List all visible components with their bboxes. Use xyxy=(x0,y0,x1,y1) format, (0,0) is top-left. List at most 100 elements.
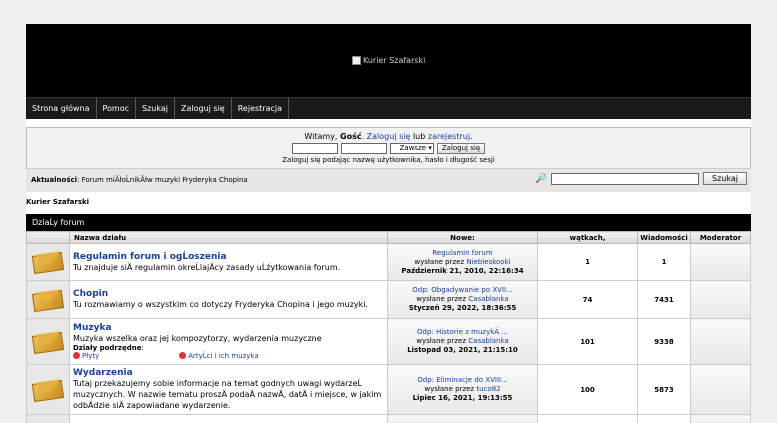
envelope-icon xyxy=(31,378,65,402)
forum-icon-cell xyxy=(26,243,70,281)
topic-count: 101 xyxy=(537,318,638,365)
envelope-icon xyxy=(31,288,65,312)
last-post-date: Styczeń 29, 2022, 18:36:55 xyxy=(408,304,517,312)
welcome-text: Witamy, Gość. Zaloguj się lub zarejestru… xyxy=(304,132,473,141)
last-post-by: wysłane przez xyxy=(416,337,467,345)
breadcrumb[interactable]: Kurier Szafarski xyxy=(26,198,89,206)
last-post xyxy=(387,414,538,423)
table-row: Regulamin forum i ogĹoszenia Tu znajduje… xyxy=(26,243,751,281)
topic-count: 1 xyxy=(537,243,638,281)
col-moderator: Moderator xyxy=(690,231,751,244)
forum-title[interactable]: Regulamin forum i ogĹoszenia xyxy=(73,252,227,262)
subforum-item[interactable]: Płyty xyxy=(73,352,99,360)
forum-icon-cell xyxy=(26,414,70,423)
site-logo[interactable]: Kurier Szafarski xyxy=(352,56,425,65)
guest-name: Gość xyxy=(340,132,362,141)
forum-description: Tu znajduje siÄ regulamin okreĹlajÄcy za… xyxy=(73,262,341,272)
forum-description: Tutaj przekazujemy sobie informacje na t… xyxy=(73,379,382,410)
col-topics: wątkach, xyxy=(537,231,638,244)
forum-table: Nazwa działu Nowe: wątkach, Wiadomości M… xyxy=(26,231,751,423)
news-label: Aktualności xyxy=(31,176,78,184)
moderator-cell xyxy=(690,414,751,423)
post-count: 1 xyxy=(637,243,691,281)
col-icon xyxy=(26,231,70,244)
forum-icon-cell xyxy=(26,280,70,319)
username-input[interactable] xyxy=(291,143,338,154)
col-posts: Wiadomości xyxy=(637,231,691,244)
welcome-or: lub xyxy=(410,132,428,141)
nav-search[interactable]: Szukaj xyxy=(136,98,175,119)
topic-count: 100 xyxy=(537,364,638,415)
nav-help[interactable]: Pomoc xyxy=(97,98,137,119)
search-form: 🔎 Szukaj xyxy=(536,172,747,185)
broken-image-icon xyxy=(352,56,361,65)
last-post-link[interactable]: Odp: Historie z muzykÄ ... xyxy=(417,328,508,336)
subforum-link[interactable]: Płyty xyxy=(82,352,99,360)
table-row: Chopin Tu rozmawiamy o wszystkim co doty… xyxy=(26,280,751,319)
nav-login[interactable]: Zaloguj się xyxy=(175,98,232,119)
last-post-link[interactable]: Odp: Obgadywanie po XVII... xyxy=(412,286,513,294)
welcome-login-link[interactable]: Zaloguj się xyxy=(367,132,411,141)
forum-icon-cell xyxy=(26,364,70,415)
news-text: Aktualności: Forum miĂłoĹnikĂłw muzyki F… xyxy=(31,176,248,184)
subforum-item[interactable]: ArtyĹci i ich muzyka xyxy=(179,352,259,360)
subforum-link[interactable]: ArtyĹci i ich muzyka xyxy=(188,352,258,360)
last-post: Odp: Eliminacje do XVIII... wysłane prze… xyxy=(387,364,538,415)
site-header: Kurier Szafarski xyxy=(26,24,751,97)
envelope-icon xyxy=(31,250,65,274)
forum-title[interactable]: Muzyka xyxy=(73,323,112,333)
search-button[interactable]: Szukaj xyxy=(703,172,747,185)
forum-title[interactable]: Chopin xyxy=(73,289,108,299)
last-post: Odp: Obgadywanie po XVII... wysłane prze… xyxy=(387,280,538,319)
login-hint: Zaloguj się podając nazwę użytkownika, h… xyxy=(282,156,495,164)
session-length-select[interactable]: Zawsze xyxy=(389,143,434,154)
forum-info: Muzyka Muzyka wszelka oraz jej kompozyto… xyxy=(69,318,388,365)
new-posts-icon xyxy=(179,352,187,359)
last-post-user[interactable]: Casablanka xyxy=(468,295,508,303)
category-header: DziaĹy forum xyxy=(26,214,751,231)
login-button[interactable]: Zaloguj się xyxy=(436,143,486,154)
moderator-cell xyxy=(690,318,751,365)
subforums-label: Działy podrzędne: xyxy=(73,344,144,352)
last-post-by: wysłane przez xyxy=(414,257,465,266)
moderator-cell xyxy=(690,243,751,281)
nav-home[interactable]: Strona główna xyxy=(26,98,97,119)
table-row xyxy=(26,414,751,423)
last-post-user[interactable]: Casablanka xyxy=(468,337,508,345)
last-post-date: Lipiec 16, 2021, 19:13:55 xyxy=(412,394,513,402)
welcome-prefix: Witamy, xyxy=(304,132,340,141)
last-post-date: Listopad 03, 2021, 21:15:10 xyxy=(407,346,518,354)
forum-icon-cell xyxy=(26,318,70,365)
forum-description: Tu rozmawiamy o wszystkim co dotyczy Fry… xyxy=(73,300,369,309)
last-post-link[interactable]: Odp: Eliminacje do XVIII... xyxy=(417,376,508,384)
last-post-by: wysłane przez xyxy=(416,295,467,303)
last-post-user[interactable]: Niebieskooki xyxy=(466,258,510,266)
forum-title[interactable]: Wydarzenia xyxy=(73,368,133,378)
news-bar: Aktualności: Forum miĂłoĹnikĂłw muzyki F… xyxy=(26,168,751,192)
last-post-link[interactable]: Regulamin forum xyxy=(432,249,492,257)
moderator-cell xyxy=(690,280,751,319)
spacer xyxy=(26,119,751,127)
search-icon: 🔎 xyxy=(535,173,548,184)
post-count xyxy=(637,414,691,423)
forum-info xyxy=(69,414,388,423)
forum-description: Muzyka wszelka oraz jej kompozytorzy, wy… xyxy=(73,334,322,343)
subforum-list: Płyty ArtyĹci i ich muzyka xyxy=(73,352,384,360)
news-content: Forum miĂłoĹnikĂłw muzyki Fryderyka Chop… xyxy=(81,176,248,184)
welcome-register-link[interactable]: zarejestruj xyxy=(428,132,470,141)
search-input[interactable] xyxy=(551,172,700,185)
last-post-user[interactable]: tuco82 xyxy=(476,385,500,393)
forum-info: Chopin Tu rozmawiamy o wszystkim co doty… xyxy=(69,280,388,319)
last-post-by: wysłane przez xyxy=(424,385,475,393)
subforums-label-text: Działy podrzędne xyxy=(73,344,142,352)
table-row: Wydarzenia Tutaj przekazujemy sobie info… xyxy=(26,364,751,415)
table-row: Muzyka Muzyka wszelka oraz jej kompozyto… xyxy=(26,318,751,365)
page-frame: Kurier Szafarski Strona główna Pomoc Szu… xyxy=(26,24,751,423)
last-post-date: Październik 21, 2010, 22:16:34 xyxy=(401,266,524,275)
password-input[interactable] xyxy=(340,143,387,154)
logo-alt-text: Kurier Szafarski xyxy=(363,56,426,65)
nav-register[interactable]: Rejestracja xyxy=(232,98,290,119)
post-count: 7431 xyxy=(637,280,691,319)
forum-info: Wydarzenia Tutaj przekazujemy sobie info… xyxy=(69,364,388,415)
new-posts-icon xyxy=(73,352,80,359)
